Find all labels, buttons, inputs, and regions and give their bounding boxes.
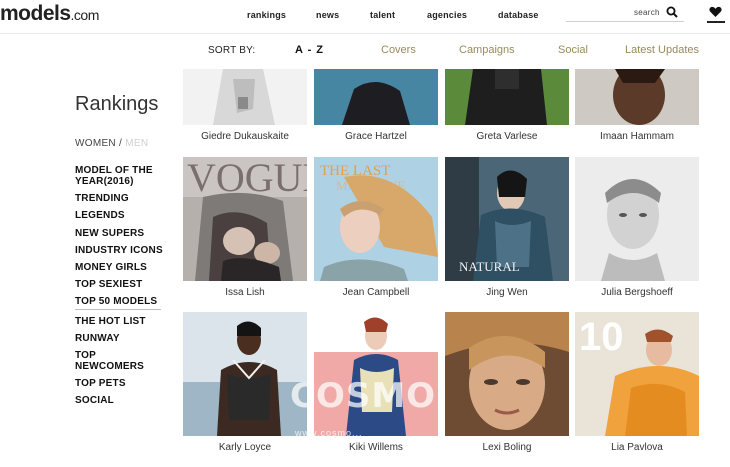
model-photo-greta-varlese[interactable] [445,69,569,125]
sidebar-item-top-50-models[interactable]: TOP 50 MODELS [75,296,161,310]
logo-suffix: .com [70,7,100,23]
cosmo-watermark-url: www.cosmo... [295,428,363,438]
model-name[interactable]: Imaan Hammam [575,131,699,142]
model-photo-jean-campbell[interactable]: THE LAST MAGAZINE [314,157,438,281]
nav-agencies[interactable]: agencies [427,10,467,20]
sort-by-label: SORT BY: [208,45,256,56]
nav-database[interactable]: database [498,10,539,20]
model-name[interactable]: Karly Loyce [183,442,307,453]
heart-icon[interactable] [709,6,722,18]
model-name[interactable]: Julia Bergshoeff [575,287,699,298]
logo-main: models [0,2,71,25]
sort-latest-updates[interactable]: Latest Updates [625,44,699,56]
search-icon[interactable] [666,6,678,18]
gender-women[interactable]: WOMEN [75,138,116,149]
model-photo-grace-hartzel[interactable] [314,69,438,125]
top-bar: models.com rankings news talent agencies… [0,0,730,34]
sidebar-item-money-girls[interactable]: MONEY GIRLS [75,262,147,273]
sidebar-item-top-pets[interactable]: TOP PETS [75,378,126,389]
sort-campaigns[interactable]: Campaigns [459,44,515,56]
model-photo-imaan-hammam[interactable] [575,69,699,125]
model-name[interactable]: Kiki Willems [314,442,438,453]
cosmo-watermark: COSMO [290,376,437,416]
sidebar-item-trending[interactable]: TRENDING [75,193,129,204]
model-photo-kiki-willems[interactable] [314,312,438,436]
gender-separator: / [119,138,123,149]
rankings-title: Rankings [75,93,159,115]
model-photo-julia-bergshoeff[interactable] [575,157,699,281]
model-photo-jing-wen[interactable]: NATURAL [445,157,569,281]
search-placeholder: search [634,8,660,17]
sort-a-z[interactable]: A - Z [295,44,324,56]
nav-news[interactable]: news [316,10,339,20]
model-photo-lexi-boling[interactable] [445,312,569,436]
model-photo-lia-pavlova[interactable]: 10 [575,312,699,436]
model-photo-giedre-dukauskaite[interactable] [183,69,307,125]
sidebar-item-the-hot-list[interactable]: THE HOT LIST [75,316,146,327]
model-photo-karly-loyce[interactable] [183,312,307,436]
sort-social[interactable]: Social [558,44,588,56]
model-name[interactable]: Jean Campbell [314,287,438,298]
cover-text: 10 [579,315,624,359]
nav-rankings[interactable]: rankings [247,10,286,20]
sidebar-item-top-newcomers[interactable]: TOP NEWCOMERS [75,350,155,372]
nav-talent[interactable]: talent [370,10,395,20]
gender-men[interactable]: MEN [125,138,148,149]
model-name[interactable]: Giedre Dukauskaite [183,131,307,142]
favorites-underline [707,21,725,23]
site-logo[interactable]: models.com [0,2,99,26]
model-name[interactable]: Issa Lish [183,287,307,298]
sidebar-item-top-sexiest[interactable]: TOP SEXIEST [75,279,142,290]
model-name[interactable]: Greta Varlese [445,131,569,142]
sidebar-item-industry-icons[interactable]: INDUSTRY ICONS [75,245,163,256]
gender-filter: WOMEN / MEN [75,138,148,149]
sidebar-item-runway[interactable]: RUNWAY [75,333,120,344]
sidebar-item-new-supers[interactable]: NEW SUPERS [75,228,144,239]
sort-covers[interactable]: Covers [381,44,416,56]
model-name[interactable]: Lexi Boling [445,442,569,453]
cover-text: NATURAL [459,259,520,274]
sidebar-item-social[interactable]: SOCIAL [75,395,114,406]
sidebar-item-model-of-the-year[interactable]: MODEL OF THE YEAR(2016) [75,165,165,187]
model-name[interactable]: Lia Pavlova [575,442,699,453]
model-name[interactable]: Grace Hartzel [314,131,438,142]
sidebar-item-legends[interactable]: LEGENDS [75,210,125,221]
model-photo-issa-lish[interactable]: VOGUE [183,157,307,281]
model-name[interactable]: Jing Wen [445,287,569,298]
